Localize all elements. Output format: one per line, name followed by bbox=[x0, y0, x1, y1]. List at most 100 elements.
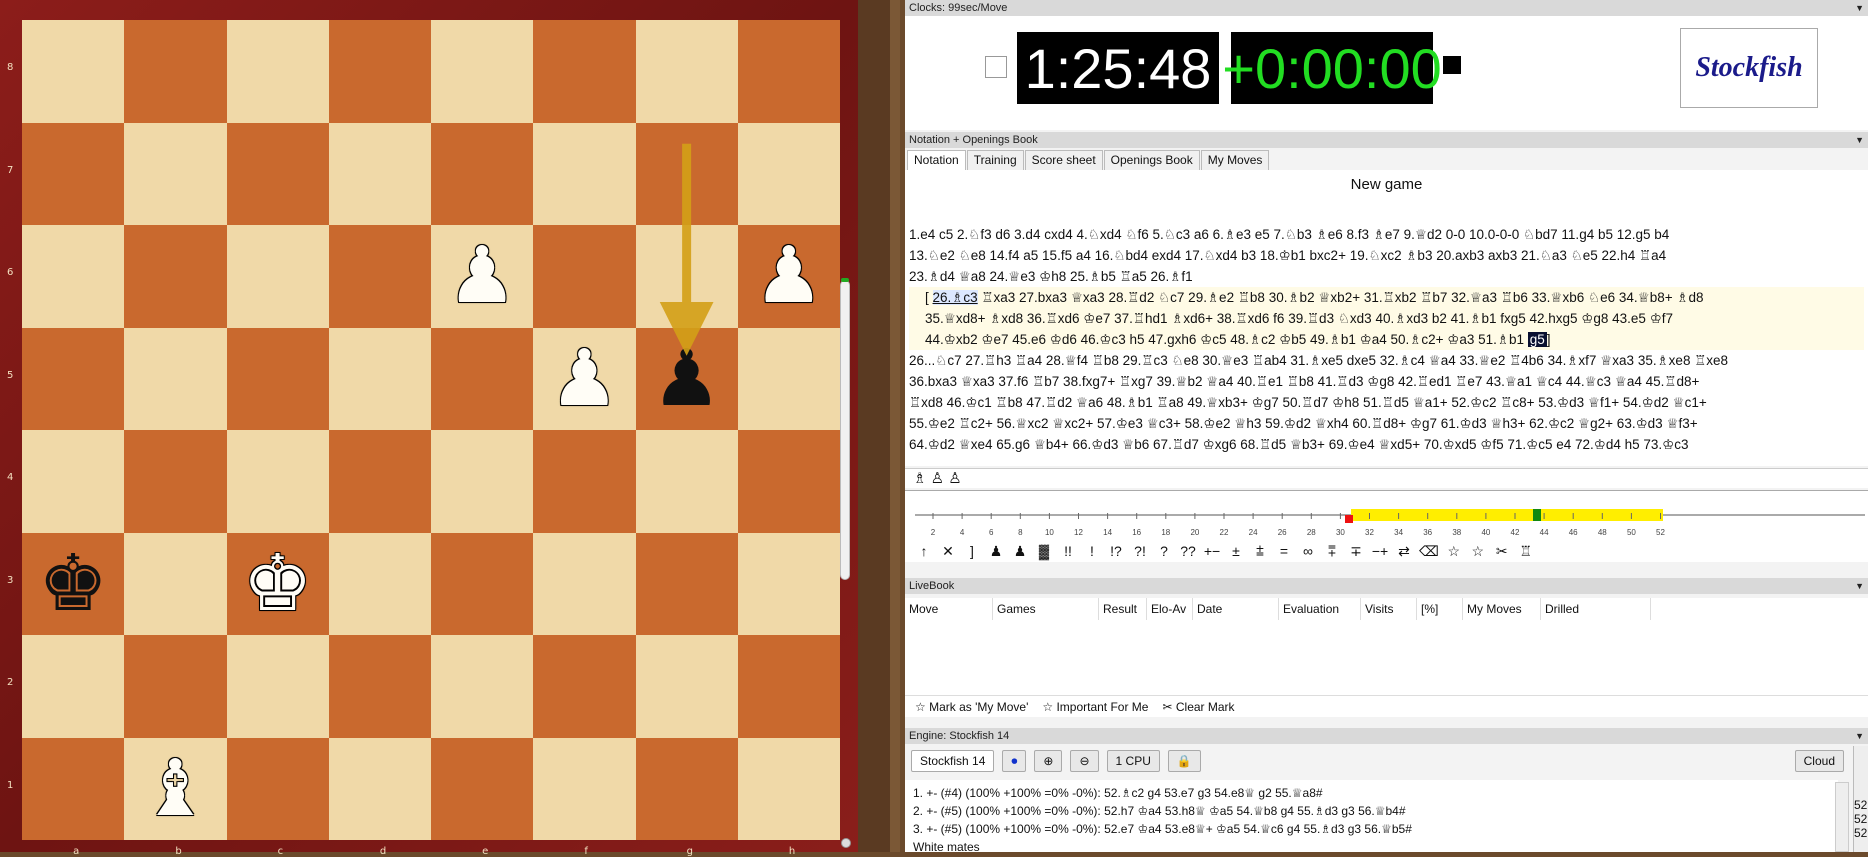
square-a2[interactable]: 2 bbox=[7, 635, 125, 738]
white-bishop[interactable]: ♝ bbox=[124, 738, 226, 841]
col-result[interactable]: Result bbox=[1099, 598, 1147, 620]
square-g4[interactable] bbox=[635, 430, 738, 533]
annotation-symbol-button[interactable]: ? bbox=[1155, 543, 1173, 559]
tab-openings-book[interactable]: Openings Book bbox=[1103, 150, 1200, 170]
collapse-arrow-icon[interactable]: ▼ bbox=[1855, 0, 1864, 16]
square-d7[interactable] bbox=[328, 122, 431, 225]
square-c6[interactable] bbox=[226, 225, 329, 328]
square-c7[interactable] bbox=[226, 122, 329, 225]
square-b3[interactable] bbox=[124, 532, 227, 635]
square-c1[interactable]: c bbox=[226, 737, 329, 857]
col-percent[interactable]: [%] bbox=[1417, 598, 1463, 620]
square-e4[interactable] bbox=[431, 430, 534, 533]
annotation-symbol-button[interactable]: ?! bbox=[1131, 543, 1149, 559]
chess-board[interactable]: 8 7 6 ♟ ♟ 5 ♟ ♟ 4 3 ♚ ♚ 2 1 a b ♝ c d e f g h bbox=[7, 20, 840, 857]
square-a3[interactable]: 3 ♚ bbox=[7, 532, 125, 635]
annotation-symbol-button[interactable]: ∓ bbox=[1347, 543, 1365, 560]
col-move[interactable]: Move bbox=[905, 598, 993, 620]
annotation-symbol-button[interactable]: +− bbox=[1203, 543, 1221, 559]
annotation-symbol-button[interactable]: ⩱ bbox=[1323, 543, 1341, 560]
square-f1[interactable]: f bbox=[533, 737, 636, 857]
resize-handle[interactable] bbox=[841, 838, 851, 848]
annotation-symbol-button[interactable]: = bbox=[1275, 543, 1293, 559]
square-e8[interactable] bbox=[431, 20, 534, 123]
notation-line[interactable]: 36.bxa3 ♕xa3 37.f6 ♖b7 38.fxg7+ ♖xg7 39.… bbox=[909, 371, 1864, 392]
square-e1[interactable]: e bbox=[431, 737, 534, 857]
white-pawn[interactable]: ♟ bbox=[738, 225, 840, 328]
square-b7[interactable] bbox=[124, 122, 227, 225]
tab-notation[interactable]: Notation bbox=[907, 150, 966, 170]
remove-line-button[interactable]: ⊖ bbox=[1070, 750, 1099, 772]
black-pawn[interactable]: ♟ bbox=[636, 328, 738, 431]
square-f4[interactable] bbox=[533, 430, 636, 533]
annotation-symbol-button[interactable]: ▓ bbox=[1035, 543, 1053, 559]
notation-line[interactable]: 55.♔e2 ♖c2+ 56.♕xc2 ♕xc2+ 57.♔e3 ♕c3+ 58… bbox=[909, 413, 1864, 434]
annotation-symbol-button[interactable]: ☆ bbox=[1445, 543, 1463, 560]
square-d1[interactable]: d bbox=[328, 737, 431, 857]
white-pawn[interactable]: ♟ bbox=[431, 225, 533, 328]
annotation-symbol-button[interactable]: ♖ bbox=[1517, 543, 1535, 560]
collapse-arrow-icon[interactable]: ▼ bbox=[1855, 578, 1864, 594]
annotation-symbol-button[interactable]: ⩲ bbox=[1251, 543, 1269, 560]
col-games[interactable]: Games bbox=[993, 598, 1099, 620]
annotation-symbol-button[interactable]: ☆ bbox=[1469, 543, 1487, 560]
engine-line[interactable]: 1. +- (#4) (100% +100% =0% -0%): 52.♗c2 … bbox=[913, 784, 1838, 802]
variation-start-move[interactable]: 26.♗c3 bbox=[932, 290, 978, 305]
engine-output[interactable]: 1. +- (#4) (100% +100% =0% -0%): 52.♗c2 … bbox=[905, 780, 1838, 854]
notation-line[interactable]: 1.e4 c5 2.♘f3 d6 3.d4 cxd4 4.♘xd4 ♘f6 5.… bbox=[909, 224, 1864, 245]
square-a4[interactable]: 4 bbox=[7, 430, 125, 533]
square-h6[interactable]: ♟ bbox=[737, 225, 840, 328]
annotation-symbol-button[interactable]: ] bbox=[963, 543, 981, 559]
col-visits[interactable]: Visits bbox=[1361, 598, 1417, 620]
square-e3[interactable] bbox=[431, 532, 534, 635]
square-d6[interactable] bbox=[328, 225, 431, 328]
tab-my-moves[interactable]: My Moves bbox=[1200, 150, 1270, 170]
square-e7[interactable] bbox=[431, 122, 534, 225]
square-g8[interactable] bbox=[635, 20, 738, 123]
annotation-symbol-button[interactable]: !! bbox=[1059, 543, 1077, 559]
notation-text[interactable]: 1.e4 c5 2.♘f3 d6 3.d4 cxd4 4.♘xd4 ♘f6 5.… bbox=[905, 218, 1868, 466]
square-a6[interactable]: 6 bbox=[7, 225, 125, 328]
cpu-button[interactable]: 1 CPU bbox=[1106, 750, 1160, 772]
annotation-symbol-button[interactable]: ⇄ bbox=[1395, 543, 1413, 560]
square-e2[interactable] bbox=[431, 635, 534, 738]
square-c3[interactable]: ♚ bbox=[226, 532, 329, 636]
stop-engine-button[interactable]: ⏺ bbox=[1002, 750, 1027, 772]
notation-line[interactable]: 26...♘c7 27.♖h3 ♖a4 28.♕f4 ♖b8 29.♖c3 ♘e… bbox=[909, 350, 1864, 371]
col-elo[interactable]: Elo-Av bbox=[1147, 598, 1193, 620]
annotation-symbol-button[interactable]: ↑ bbox=[915, 543, 933, 559]
square-b5[interactable] bbox=[124, 327, 227, 430]
annotation-symbol-button[interactable]: ♟ bbox=[987, 543, 1005, 560]
square-f8[interactable] bbox=[533, 20, 636, 123]
collapse-arrow-icon[interactable]: ▼ bbox=[1855, 728, 1864, 744]
square-c4[interactable] bbox=[226, 430, 329, 533]
square-a5[interactable]: 5 bbox=[7, 327, 125, 430]
square-a1[interactable]: 1a bbox=[7, 737, 125, 857]
square-g3[interactable] bbox=[635, 532, 738, 635]
engine-name-button[interactable]: Stockfish 14 bbox=[911, 750, 995, 772]
collapse-arrow-icon[interactable]: ▼ bbox=[1855, 132, 1864, 148]
col-drilled[interactable]: Drilled bbox=[1541, 598, 1651, 620]
square-h3[interactable] bbox=[737, 532, 840, 635]
important-button[interactable]: ☆ Important For Me bbox=[1042, 696, 1148, 717]
annotation-symbol-button[interactable]: ✕ bbox=[939, 543, 957, 560]
annotation-symbol-button[interactable]: ✂ bbox=[1493, 543, 1511, 560]
tab-score-sheet[interactable]: Score sheet bbox=[1024, 150, 1103, 170]
tab-training[interactable]: Training bbox=[966, 150, 1024, 170]
square-g7[interactable] bbox=[635, 122, 738, 225]
square-f7[interactable] bbox=[533, 122, 636, 225]
square-f6[interactable] bbox=[533, 225, 636, 328]
square-b6[interactable] bbox=[124, 225, 227, 328]
square-e6[interactable]: ♟ bbox=[431, 225, 534, 328]
white-king[interactable]: ♚ bbox=[227, 533, 329, 636]
square-c2[interactable] bbox=[226, 635, 329, 738]
square-b2[interactable] bbox=[124, 635, 227, 738]
variation-line[interactable]: 44.♔xb2 ♔e7 45.e6 ♔d6 46.♔c3 h5 47.gxh6 … bbox=[909, 329, 1864, 350]
square-h5[interactable] bbox=[737, 327, 840, 430]
current-move[interactable]: g5 bbox=[1527, 332, 1547, 347]
square-g1[interactable]: g bbox=[635, 737, 738, 857]
engine-line[interactable]: 2. +- (#5) (100% +100% =0% -0%): 52.h7 ♔… bbox=[913, 802, 1838, 820]
notation-line[interactable]: 64.♔d2 ♕xe4 65.g6 ♕b4+ 66.♔d3 ♕b6 67.♖d7… bbox=[909, 434, 1864, 455]
square-g2[interactable] bbox=[635, 635, 738, 738]
white-pawn[interactable]: ♟ bbox=[533, 328, 635, 431]
